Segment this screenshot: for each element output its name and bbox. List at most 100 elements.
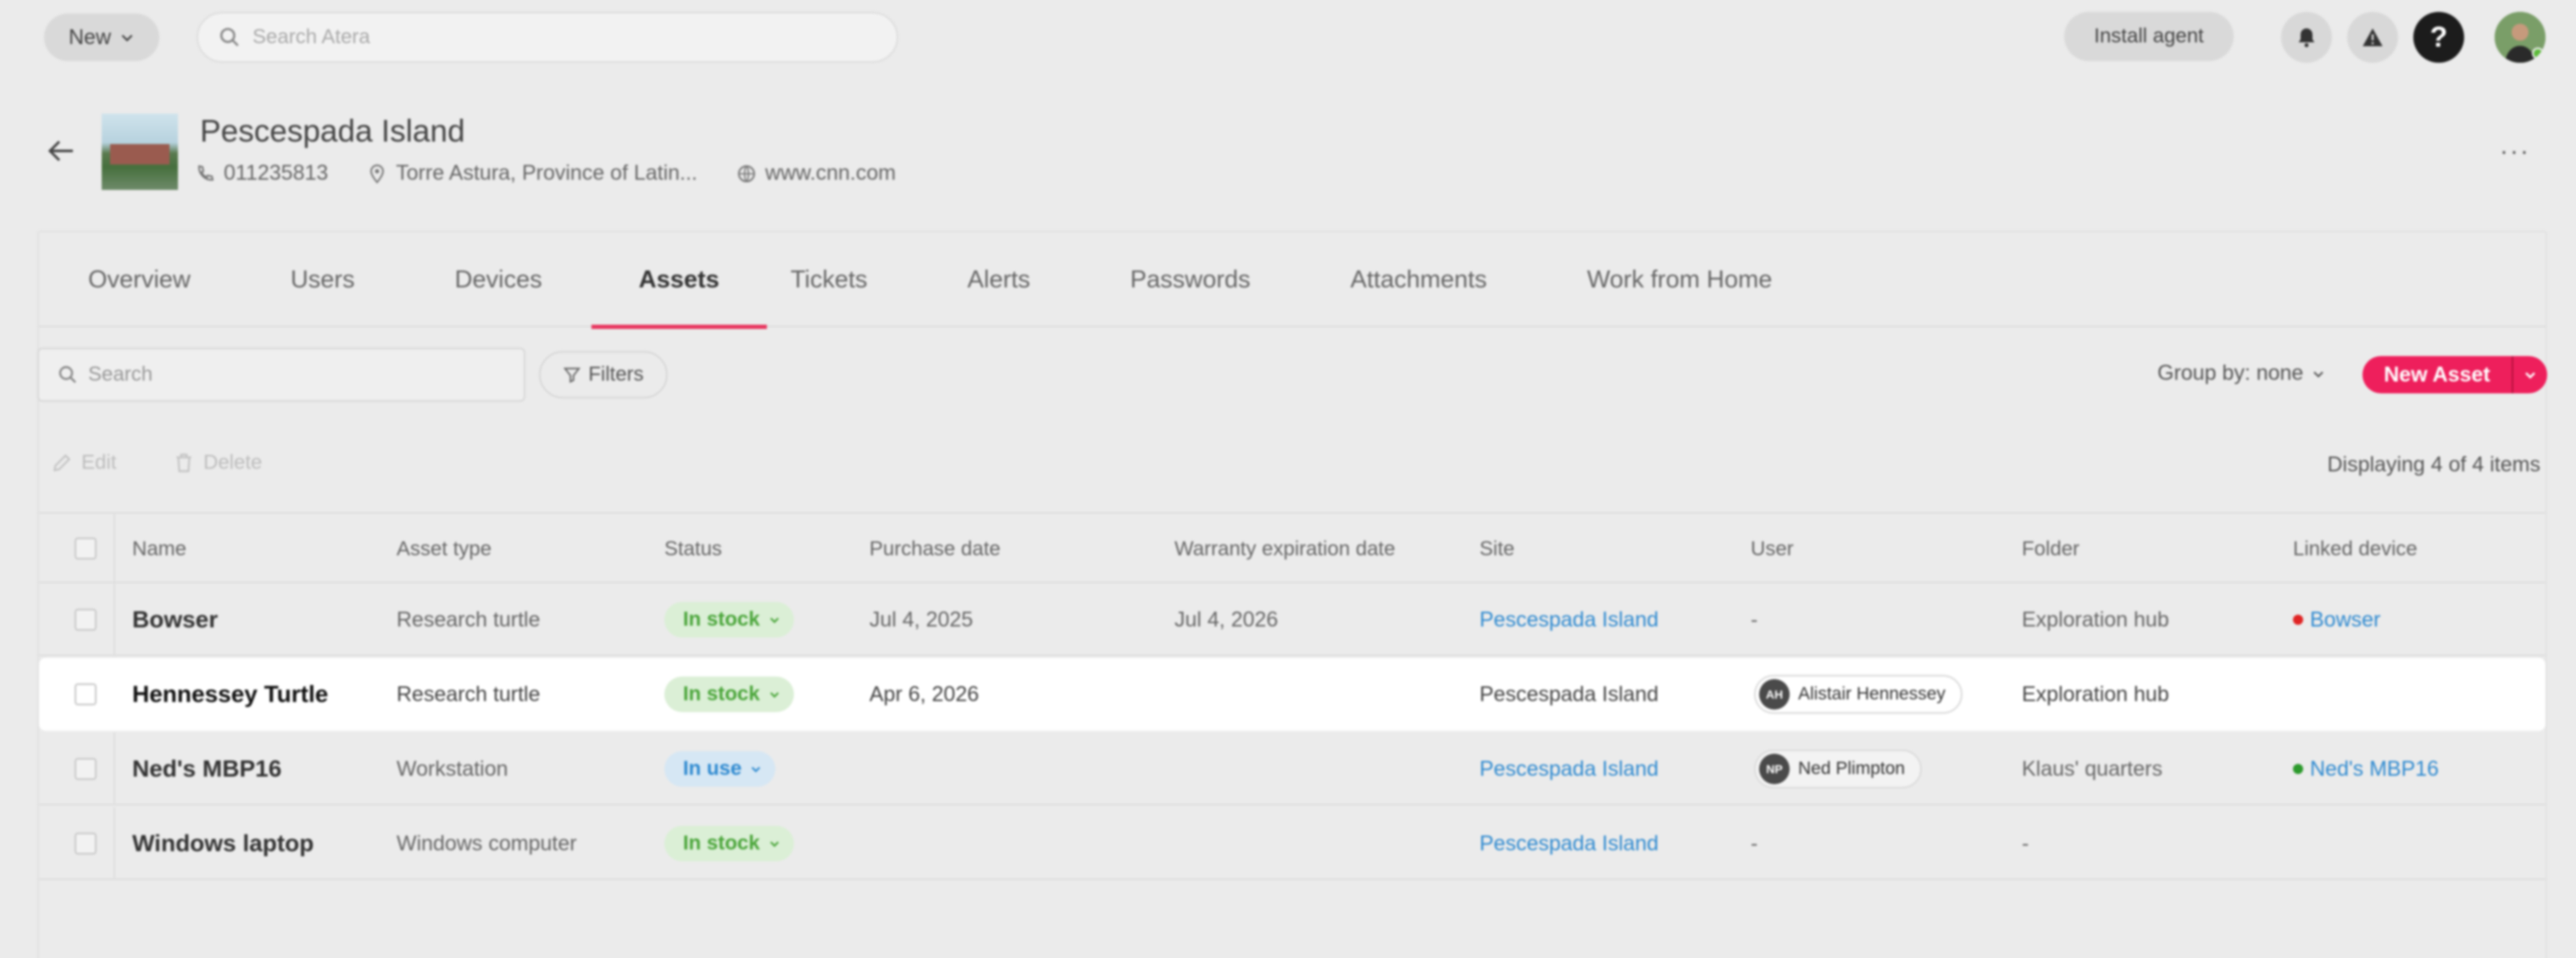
install-agent-button[interactable]: Install agent: [2064, 12, 2234, 61]
tab-bar: Overview Users Devices Assets Tickets Al…: [39, 232, 2545, 329]
status-badge[interactable]: In stock: [664, 677, 794, 712]
install-agent-label: Install agent: [2094, 25, 2204, 47]
purchase-date: Jul 4, 2025: [869, 607, 974, 632]
tab-users[interactable]: Users: [267, 232, 379, 327]
row-checkbox[interactable]: [75, 683, 97, 705]
edit-button[interactable]: Edit: [51, 451, 116, 475]
asset-name[interactable]: Ned's MBP16: [132, 732, 281, 805]
tab-assets[interactable]: Assets: [591, 232, 768, 329]
chevron-down-icon: [769, 617, 779, 624]
group-by-dropdown[interactable]: Group by: none: [2157, 361, 2325, 386]
column-header-folder[interactable]: Folder: [2022, 537, 2079, 561]
tab-attachments[interactable]: Attachments: [1327, 232, 1511, 327]
site-link[interactable]: Pescespada Island: [1480, 583, 1658, 656]
linked-device[interactable]: Ned's MBP16: [2293, 757, 2439, 782]
online-status-dot: [2532, 47, 2544, 59]
website-link[interactable]: www.cnn.com: [765, 161, 896, 186]
folder: Exploration hub: [2022, 682, 2169, 706]
table-row[interactable]: Bowser Research turtle In stock Jul 4, 2…: [39, 583, 2545, 656]
site-link[interactable]: Pescespada Island: [1480, 807, 1658, 880]
notifications-button[interactable]: [2281, 12, 2332, 63]
tab-label: Tickets: [790, 265, 868, 293]
profile-avatar[interactable]: [2495, 12, 2545, 63]
phone-number: 011235813: [224, 161, 329, 185]
global-search-input[interactable]: Search Atera: [197, 12, 898, 63]
column-header-linked-device[interactable]: Linked device: [2293, 537, 2418, 561]
linked-device-link[interactable]: Ned's MBP16: [2310, 757, 2439, 782]
site-link[interactable]: Pescespada Island: [1480, 732, 1658, 805]
linked-device[interactable]: Bowser: [2293, 608, 2380, 632]
user-chip[interactable]: NP Ned Plimpton: [1754, 749, 1923, 788]
status-badge[interactable]: In stock: [664, 826, 794, 861]
row-checkbox[interactable]: [75, 609, 97, 631]
tab-alerts[interactable]: Alerts: [944, 232, 1054, 327]
column-header-status[interactable]: Status: [664, 537, 722, 561]
status-badge[interactable]: In stock: [664, 602, 794, 638]
asset-name[interactable]: Bowser: [132, 583, 218, 656]
chevron-down-icon: [2525, 372, 2535, 379]
column-divider: [114, 514, 115, 582]
table-row[interactable]: Ned's MBP16 Workstation In use Pescespad…: [39, 732, 2545, 805]
help-button[interactable]: ?: [2413, 12, 2464, 63]
column-header-warranty[interactable]: Warranty expiration date: [1174, 537, 1396, 561]
address-meta: Torre Astura, Province of Latin...: [367, 161, 697, 186]
column-header-user[interactable]: User: [1751, 537, 1794, 561]
tab-label: Assets: [638, 265, 719, 293]
new-button[interactable]: New: [44, 14, 159, 61]
customer-thumbnail: [102, 114, 178, 190]
search-icon: [58, 365, 76, 383]
status-badge[interactable]: In use: [664, 751, 776, 787]
asset-name[interactable]: Windows laptop: [132, 807, 314, 880]
tab-label: Alerts: [967, 265, 1030, 293]
tab-passwords[interactable]: Passwords: [1107, 232, 1274, 327]
chevron-down-icon: [121, 34, 133, 42]
bell-icon: [2298, 28, 2315, 47]
status-label: In stock: [683, 682, 760, 705]
select-all-checkbox[interactable]: [75, 537, 97, 560]
column-header-site[interactable]: Site: [1480, 537, 1514, 561]
new-asset-split-button: New Asset: [2362, 356, 2547, 393]
status-label: In stock: [683, 832, 760, 855]
phone-meta: 011235813: [195, 161, 328, 186]
user-name: Alistair Hennessey: [1798, 684, 1946, 704]
column-header-asset-type[interactable]: Asset type: [397, 537, 491, 561]
status-label: In stock: [683, 608, 760, 631]
tab-label: Work from Home: [1586, 265, 1773, 293]
status-cell: In stock: [664, 807, 794, 880]
tab-overview[interactable]: Overview: [64, 232, 214, 327]
table-row[interactable]: Windows laptop Windows computer In stock…: [39, 807, 2545, 880]
delete-button[interactable]: Delete: [173, 451, 262, 475]
column-header-name[interactable]: Name: [132, 537, 186, 561]
back-arrow-icon[interactable]: [44, 134, 78, 168]
user-chip[interactable]: AH Alistair Hennessey: [1754, 675, 1963, 714]
chevron-down-icon: [769, 841, 779, 848]
new-asset-button[interactable]: New Asset: [2362, 356, 2513, 393]
status-cell: In stock: [664, 583, 794, 656]
website-meta: www.cnn.com: [736, 161, 896, 186]
column-divider: [114, 807, 115, 878]
row-checkbox[interactable]: [75, 833, 97, 855]
table-row-highlighted[interactable]: Hennessey Turtle Research turtle In stoc…: [39, 658, 2545, 731]
more-options-icon[interactable]: ···: [2500, 137, 2534, 165]
assets-card: Overview Users Devices Assets Tickets Al…: [37, 231, 2547, 958]
row-checkbox[interactable]: [75, 758, 97, 780]
tab-tickets[interactable]: Tickets: [767, 232, 891, 327]
tab-devices[interactable]: Devices: [431, 232, 566, 327]
asset-type: Workstation: [397, 756, 508, 781]
assets-search-input[interactable]: Search: [37, 348, 525, 402]
new-asset-dropdown[interactable]: [2513, 356, 2547, 393]
asset-name[interactable]: Hennessey Turtle: [132, 658, 328, 731]
chevron-down-icon: [769, 692, 779, 699]
linked-device-cell: Bowser: [2293, 583, 2380, 656]
assets-search-placeholder: Search: [88, 363, 153, 386]
alerts-button[interactable]: [2347, 12, 2398, 63]
site-link[interactable]: Pescespada Island: [1480, 658, 1658, 731]
filters-button[interactable]: Filters: [539, 351, 668, 398]
tab-label: Passwords: [1130, 265, 1251, 293]
tab-label: Overview: [88, 265, 191, 293]
pencil-icon: [53, 454, 71, 472]
column-header-purchase-date[interactable]: Purchase date: [869, 537, 1001, 561]
linked-device-link[interactable]: Bowser: [2310, 608, 2380, 632]
avatar: NP: [1759, 754, 1790, 784]
tab-work-from-home[interactable]: Work from Home: [1563, 232, 1796, 327]
